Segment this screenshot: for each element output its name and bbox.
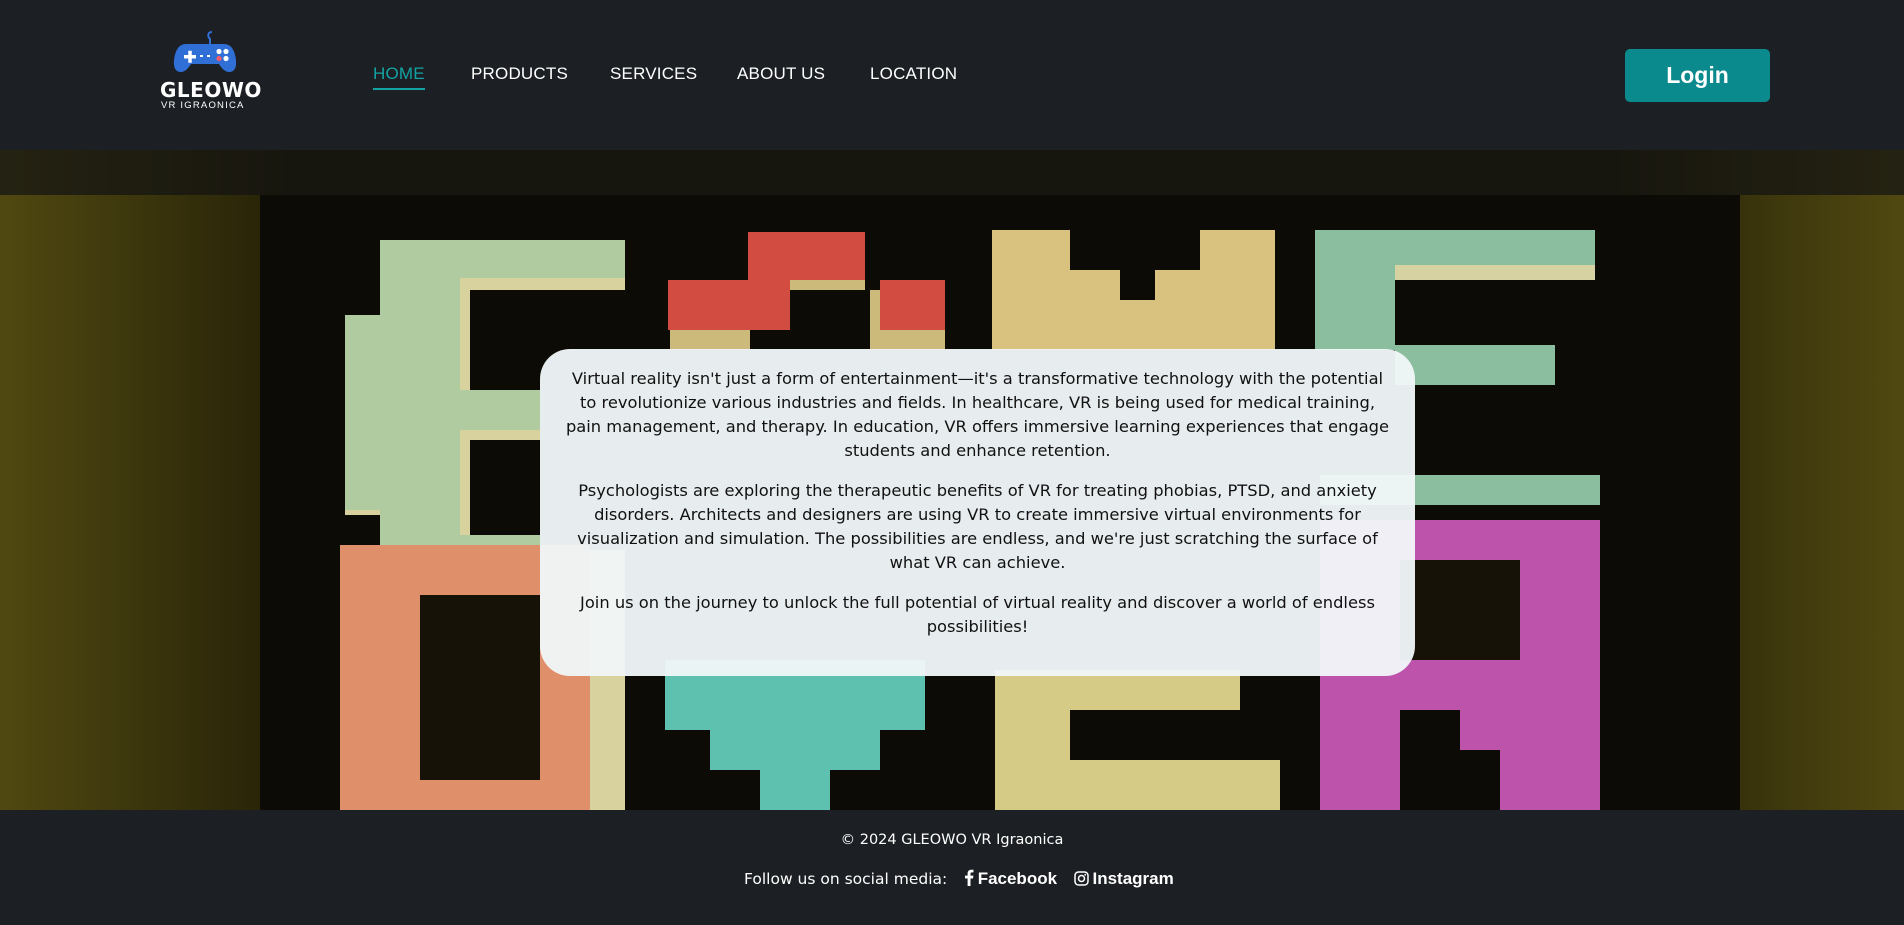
- site-footer: © 2024 GLEOWO VR Igraonica Follow us on …: [0, 810, 1904, 925]
- facebook-label: Facebook: [977, 869, 1058, 888]
- hero-paragraph-3: Join us on the journey to unlock the ful…: [580, 593, 1375, 636]
- hero-paragraph-1: Virtual reality isn't just a form of ent…: [565, 369, 1390, 460]
- facebook-link[interactable]: Facebook: [964, 869, 1057, 889]
- hero-section: Virtual reality isn't just a form of ent…: [0, 150, 1904, 810]
- nav-location[interactable]: LOCATION: [870, 64, 957, 84]
- instagram-label: Instagram: [1092, 869, 1174, 888]
- instagram-link[interactable]: Instagram: [1073, 869, 1174, 889]
- login-button[interactable]: Login: [1625, 49, 1770, 102]
- nav-about-us[interactable]: ABOUT US: [737, 64, 825, 84]
- site-header: GLEOWO VR IGRAONICA HOME PRODUCTS SERVIC…: [0, 0, 1904, 150]
- instagram-icon: [1073, 871, 1089, 886]
- nav-home[interactable]: HOME: [373, 64, 425, 90]
- social-links: Follow us on social media: Facebook Inst…: [744, 869, 1174, 893]
- hero-paragraph-2: Psychologists are exploring the therapeu…: [577, 481, 1378, 572]
- gamepad-icon: [173, 31, 237, 72]
- logo-tagline: VR IGRAONICA: [161, 100, 245, 111]
- social-label: Follow us on social media:: [744, 870, 948, 888]
- facebook-icon: [964, 869, 974, 886]
- hero-info-card: Virtual reality isn't just a form of ent…: [540, 349, 1415, 676]
- nav-services[interactable]: SERVICES: [610, 64, 697, 84]
- nav-products[interactable]: PRODUCTS: [471, 64, 568, 84]
- logo-brand: GLEOWO: [160, 78, 262, 102]
- copyright-text: © 2024 GLEOWO VR Igraonica: [840, 832, 1064, 848]
- site-logo[interactable]: GLEOWO VR IGRAONICA: [158, 30, 262, 114]
